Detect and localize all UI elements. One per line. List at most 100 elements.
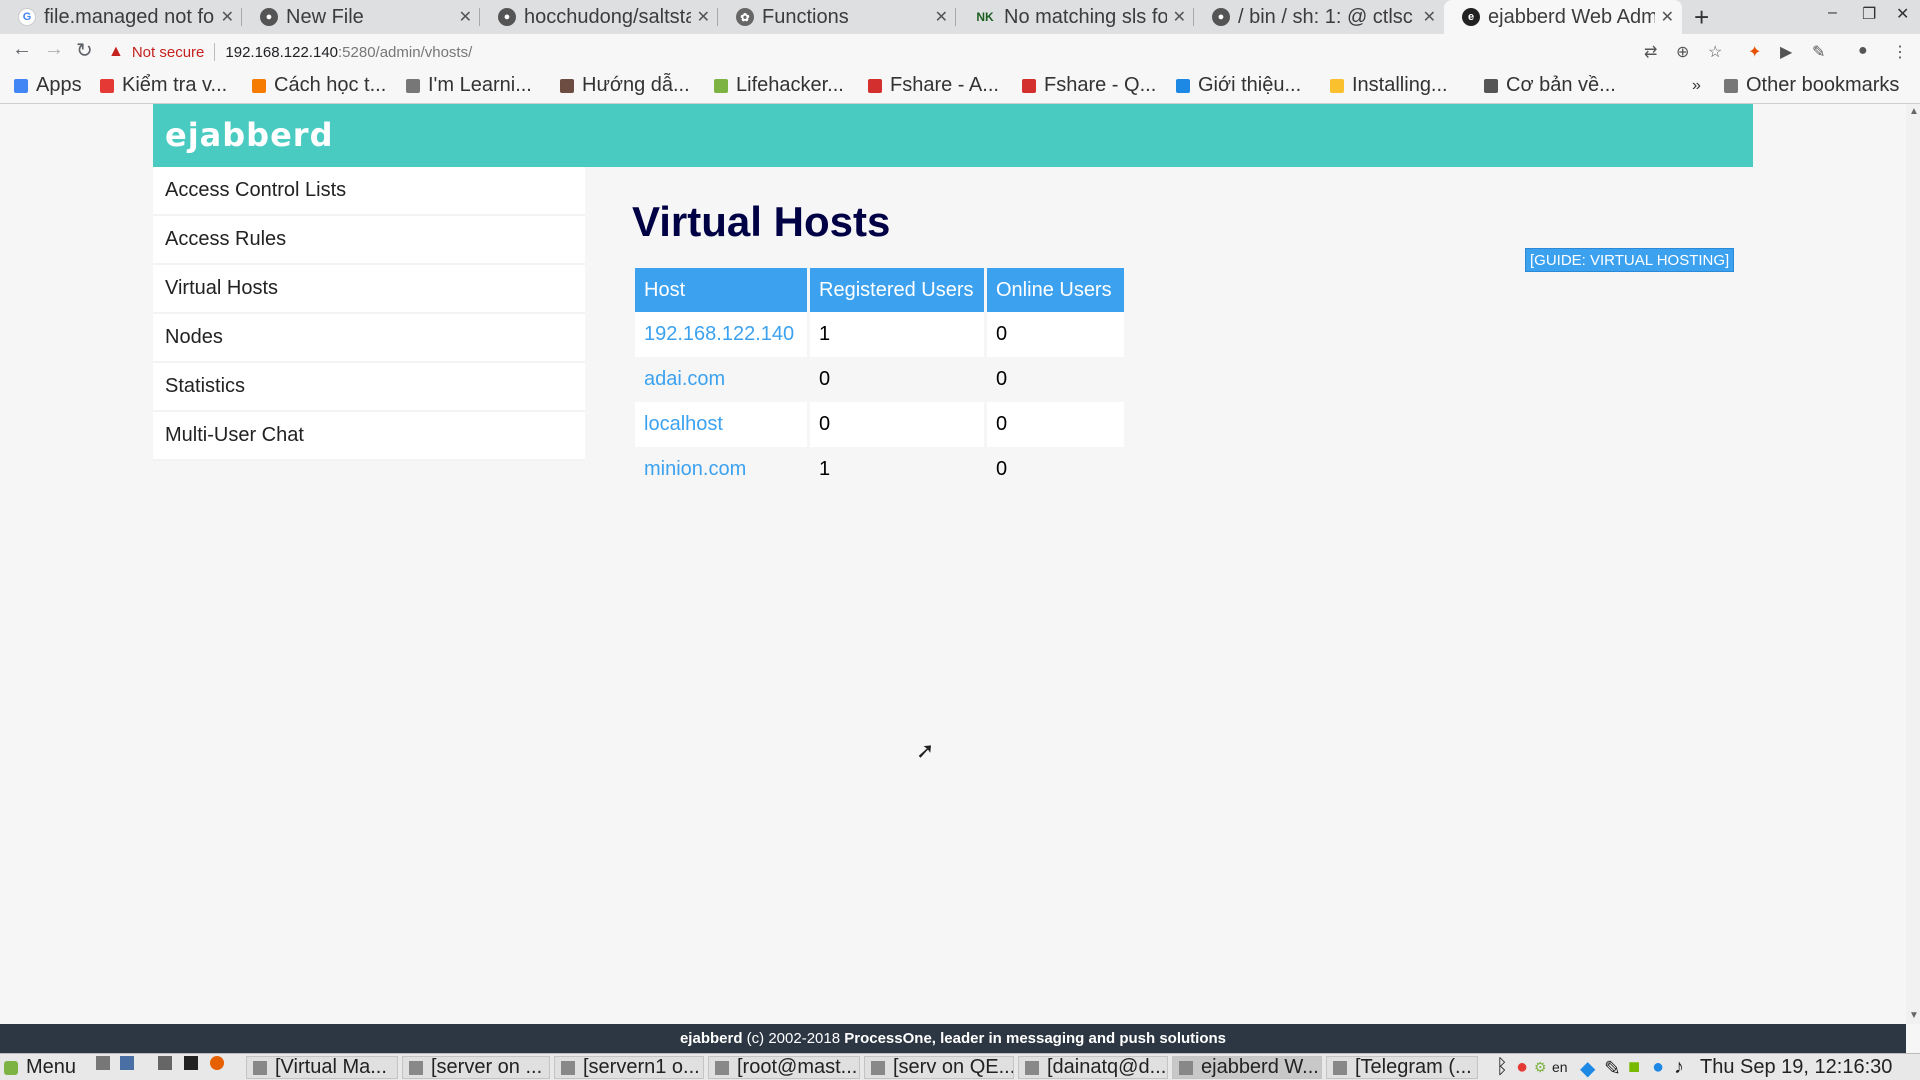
taskbar-window-button[interactable]: [serv on QE... xyxy=(864,1056,1014,1079)
host-link[interactable]: minion.com xyxy=(644,458,746,480)
desktop-launcher-icon[interactable] xyxy=(120,1056,142,1070)
taskbar-window-button[interactable]: [servern1 o... xyxy=(554,1056,704,1079)
address-bar[interactable]: ▲ Not secure 192.168.122.140 :5280/admin… xyxy=(108,37,1696,67)
bookmark-item[interactable]: Cơ bản về... xyxy=(1484,74,1616,97)
terminal-launcher-icon[interactable] xyxy=(184,1056,206,1070)
keyboard-layout-label[interactable]: en xyxy=(1552,1059,1568,1075)
close-window-icon[interactable]: ✕ xyxy=(1896,4,1909,24)
minimize-icon[interactable]: – xyxy=(1828,4,1837,22)
reload-icon[interactable]: ↻ xyxy=(76,38,93,63)
taskbar-window-button[interactable]: [Telegram (... xyxy=(1326,1056,1478,1079)
browser-tab[interactable]: ● hocchudong/saltsta ✕ xyxy=(480,0,718,34)
browser-tab[interactable]: ● / bin / sh: 1: @ ctlsc ✕ xyxy=(1194,0,1444,34)
column-header-registered-users: Registered Users xyxy=(810,268,984,312)
browser-tab[interactable]: G file.managed not fo ✕ xyxy=(0,0,242,34)
host-link[interactable]: localhost xyxy=(644,413,723,435)
menu-kebab-icon[interactable]: ⋮ xyxy=(1892,42,1908,62)
taskbar-window-button[interactable]: [dainatq@d... xyxy=(1018,1056,1168,1079)
bookmarks-overflow-icon[interactable]: » xyxy=(1692,77,1701,95)
mouse-cursor-icon: ➚ xyxy=(916,738,935,763)
disk-launcher-icon[interactable] xyxy=(158,1056,180,1070)
pen-tray-icon[interactable]: ✎ xyxy=(1604,1056,1621,1080)
page-header: ejabberd xyxy=(153,104,1753,167)
sidebar-item-access-rules[interactable]: Access Rules xyxy=(153,216,585,265)
taskbar-window-button[interactable]: [server on ... xyxy=(402,1056,550,1079)
back-icon[interactable]: ← xyxy=(12,38,32,61)
window-app-icon xyxy=(561,1060,575,1075)
taskbar-window-button[interactable]: [root@mast... xyxy=(708,1056,860,1079)
taskbar-window-button[interactable]: [Virtual Ma... xyxy=(246,1056,398,1079)
browser-tab[interactable]: NK No matching sls fou ✕ xyxy=(956,0,1194,34)
sidebar-item-statistics[interactable]: Statistics xyxy=(153,363,585,412)
launcher-icon xyxy=(210,1056,224,1070)
taskbar-window-button[interactable]: ejabberd W... xyxy=(1172,1056,1322,1079)
window-app-icon xyxy=(1179,1060,1193,1075)
forward-icon[interactable]: → xyxy=(44,38,64,61)
clock[interactable]: Thu Sep 19, 12:16:30 PM xyxy=(1700,1056,1920,1080)
tab-title: / bin / sh: 1: @ ctlsc xyxy=(1238,5,1413,28)
bookmark-label: Fshare - A... xyxy=(890,74,999,96)
sidebar-item-muc[interactable]: Multi-User Chat xyxy=(153,412,585,461)
bookmark-item[interactable]: Hướng dẫ... xyxy=(560,74,690,97)
restore-icon[interactable]: ❐ xyxy=(1862,4,1876,24)
close-tab-icon[interactable]: ✕ xyxy=(1173,7,1186,27)
profile-avatar[interactable]: ● xyxy=(1858,42,1868,60)
bookmark-item[interactable]: Lifehacker... xyxy=(714,74,844,97)
bookmark-label: Installing... xyxy=(1352,74,1448,96)
extension-pen-icon[interactable]: ✎ xyxy=(1812,42,1825,62)
bookmark-item[interactable]: Cách học t... xyxy=(252,74,386,97)
sidebar-item-nodes[interactable]: Nodes xyxy=(153,314,585,363)
translate-icon[interactable]: ⇄ xyxy=(1644,42,1657,62)
updates-icon[interactable]: ⚙ xyxy=(1534,1059,1547,1076)
scroll-up-icon[interactable]: ▲ xyxy=(1909,106,1919,117)
bookmark-item[interactable]: Giới thiệu... xyxy=(1176,74,1301,97)
taskbar-window-label: [dainatq@d... xyxy=(1047,1056,1167,1078)
extension-play-icon[interactable]: ▶ xyxy=(1780,42,1792,62)
close-tab-icon[interactable]: ✕ xyxy=(697,7,710,27)
sidebar: Access Control Lists Access Rules Virtua… xyxy=(153,167,585,461)
salt-icon: ✿ xyxy=(736,8,754,26)
close-tab-icon[interactable]: ✕ xyxy=(935,7,948,27)
google-icon: G xyxy=(18,8,36,26)
browser-tab-active[interactable]: e ejabberd Web Adm ✕ xyxy=(1444,0,1682,34)
browser-tab[interactable]: ● New File ✕ xyxy=(242,0,480,34)
host-link[interactable]: adai.com xyxy=(644,368,725,390)
guide-virtual-hosting-button[interactable]: [GUIDE: VIRTUAL HOSTING] xyxy=(1525,248,1735,272)
bookmark-item[interactable]: Fshare - Q... xyxy=(1022,74,1156,97)
ejabberd-icon: e xyxy=(1462,8,1480,26)
firefox-launcher-icon[interactable] xyxy=(210,1056,232,1070)
bookmark-item[interactable]: I'm Learni... xyxy=(406,74,532,97)
bookmark-label: Lifehacker... xyxy=(736,74,844,96)
close-tab-icon[interactable]: ✕ xyxy=(459,7,472,27)
shield-icon[interactable]: ◆ xyxy=(1580,1056,1595,1080)
close-tab-icon[interactable]: ✕ xyxy=(1423,7,1436,27)
bluetooth-icon[interactable]: ᛒ xyxy=(1496,1056,1508,1079)
network-icon[interactable]: ● xyxy=(1652,1056,1664,1079)
nvidia-icon[interactable]: ■ xyxy=(1628,1056,1640,1079)
bookmark-item[interactable]: Fshare - A... xyxy=(868,74,999,97)
other-bookmarks[interactable]: Other bookmarks xyxy=(1724,74,1899,97)
close-tab-icon[interactable]: ✕ xyxy=(1661,7,1674,27)
bookmark-item[interactable]: Kiểm tra v... xyxy=(100,74,227,97)
volume-icon[interactable]: ♪ xyxy=(1674,1056,1684,1079)
scroll-down-icon[interactable]: ▼ xyxy=(1909,1010,1919,1021)
ejabberd-logo[interactable]: ejabberd xyxy=(165,116,333,154)
files-launcher-icon[interactable] xyxy=(96,1056,118,1070)
browser-tab[interactable]: ✿ Functions ✕ xyxy=(718,0,956,34)
footer-copyright: (c) 2002-2018 xyxy=(742,1030,845,1047)
page-scrollbar[interactable]: ▲ ▼ xyxy=(1906,104,1920,1024)
host-link[interactable]: 192.168.122.140 xyxy=(644,323,794,345)
sidebar-item-virtual-hosts[interactable]: Virtual Hosts xyxy=(153,265,585,314)
extension-icon[interactable]: ✦ xyxy=(1748,42,1761,62)
bookmark-item[interactable]: Installing... xyxy=(1330,74,1448,97)
close-tab-icon[interactable]: ✕ xyxy=(221,7,234,27)
zoom-icon[interactable]: ⊕ xyxy=(1676,42,1689,62)
new-tab-icon[interactable]: + xyxy=(1694,2,1709,33)
bookmark-item[interactable]: Apps xyxy=(14,74,82,97)
sidebar-item-acl[interactable]: Access Control Lists xyxy=(153,167,585,216)
start-menu-button[interactable]: Menu xyxy=(4,1056,76,1079)
tab-title: ejabberd Web Adm xyxy=(1488,5,1655,28)
bookmark-star-icon[interactable]: ☆ xyxy=(1708,42,1722,62)
column-header-online-users: Online Users xyxy=(987,268,1124,312)
chrome-tray-icon[interactable]: ● xyxy=(1516,1056,1528,1079)
